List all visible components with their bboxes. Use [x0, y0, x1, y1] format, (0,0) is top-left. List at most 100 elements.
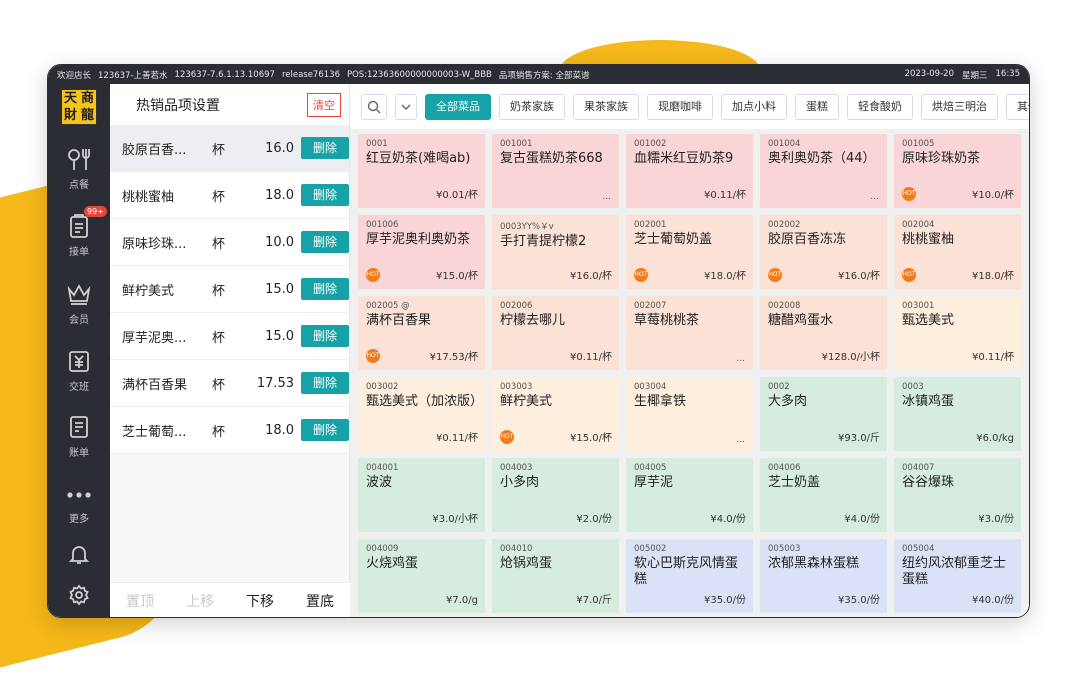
dish-card[interactable]: 002006 柠檬去哪儿 ¥0.11/杯 [492, 296, 619, 370]
category-tab[interactable]: 加点小料 [721, 93, 787, 120]
dish-card[interactable]: 0002 大多肉 ¥93.0/斤 [760, 377, 887, 451]
dish-name: 血糯米红豆奶茶9 [634, 151, 734, 166]
dish-name: 谷谷爆珠 [902, 475, 955, 490]
move-bottom-button[interactable]: 置底 [306, 591, 334, 611]
dish-card[interactable]: 003003 鲜柠美式 HOT ¥15.0/杯 [492, 377, 619, 451]
dish-card[interactable]: 005003 浓郁黑森林蛋糕 ¥35.0/份 [760, 539, 887, 613]
hot-item-row[interactable]: 鲜柠美式 杯 15.0 删除 [110, 266, 349, 313]
status-date: 2023-09-20 [904, 68, 954, 79]
nav-item-shift[interactable]: 交班 [48, 348, 110, 393]
status-welcome: 欢迎店长 [57, 70, 92, 81]
hot-item-row[interactable]: 厚芋泥奥... 杯 15.0 删除 [110, 313, 349, 360]
delete-button[interactable]: 删除 [301, 325, 349, 347]
dish-card[interactable]: 004009 火烧鸡蛋 ¥7.0/g [358, 539, 485, 613]
dish-price: ¥7.0/斤 [576, 595, 612, 606]
dish-code: 001001 [500, 139, 533, 149]
dish-code: 002008 [768, 301, 801, 311]
dish-card[interactable]: 005002 软心巴斯克风情蛋糕 ¥35.0/份 [626, 539, 753, 613]
dish-code: 001002 [634, 139, 667, 149]
dish-name: 鲜柠美式 [500, 394, 553, 409]
dish-card[interactable]: 002002 胶原百香冻冻 HOT ¥16.0/杯 [760, 215, 887, 289]
dish-card[interactable]: 003001 甄选美式 ¥0.11/杯 [894, 296, 1021, 370]
dish-code: 001004 [768, 139, 801, 149]
dish-card[interactable]: 004010 炝锅鸡蛋 ¥7.0/斤 [492, 539, 619, 613]
dish-grid: 0001 红豆奶茶(难喝ab) ¥0.01/杯 001001 复古蛋糕奶茶668... 0… [358, 134, 1021, 613]
dish-card[interactable]: 004007 谷谷爆珠 ¥3.0/份 [894, 458, 1021, 532]
category-tab[interactable]: 其他 [1006, 93, 1029, 120]
dish-card[interactable]: 002004 桃桃蜜柚 HOT ¥18.0/杯 [894, 215, 1021, 289]
dish-card[interactable]: 001001 复古蛋糕奶茶668... [492, 134, 619, 208]
hot-item-price: 17.53 [256, 375, 295, 391]
hot-item-unit: 杯 [211, 424, 225, 440]
category-tab[interactable]: 奶茶家族 [499, 93, 565, 120]
delete-button[interactable]: 删除 [301, 137, 349, 159]
dish-card[interactable]: 002005 @ 满杯百香果 HOT ¥17.53/杯 [358, 296, 485, 370]
dish-card[interactable]: 004003 小多肉 ¥2.0/份 [492, 458, 619, 532]
delete-button[interactable]: 删除 [301, 419, 349, 441]
dish-card[interactable]: 002007 草莓桃桃茶... [626, 296, 753, 370]
dish-name: 甄选美式 [902, 313, 955, 328]
delete-button[interactable]: 删除 [301, 231, 349, 253]
dish-name: 厚芋泥 [634, 475, 674, 490]
category-tab[interactable]: 果茶家族 [573, 93, 639, 120]
order-count-badge: 99+ [84, 206, 107, 217]
dish-card[interactable]: 005004 纽约风浓郁重芝士蛋糕 ¥40.0/份 [894, 539, 1021, 613]
category-tab[interactable]: 蛋糕 [795, 93, 839, 120]
dish-card[interactable]: 003004 生椰拿铁... [626, 377, 753, 451]
status-release: release76136 [281, 69, 340, 80]
move-top-button[interactable]: 置顶 [126, 591, 154, 611]
dish-card[interactable]: 003002 甄选美式（加浓版） ¥0.11/杯 [358, 377, 485, 451]
search-button[interactable] [361, 93, 387, 120]
dish-name: 炝锅鸡蛋 [500, 556, 553, 571]
dish-card[interactable]: 001006 厚芋泥奥利奥奶茶 HOT ¥15.0/杯 [358, 215, 485, 289]
dish-card[interactable]: 004006 芝士奶盖 ¥4.0/份 [760, 458, 887, 532]
dish-code: 002005 @ [366, 301, 410, 311]
hot-item-row[interactable]: 芝士葡萄... 杯 18.0 删除 [110, 407, 349, 454]
dish-card[interactable]: 001005 原味珍珠奶茶 HOT ¥10.0/杯 [894, 134, 1021, 208]
dish-card[interactable]: 004005 厚芋泥 ¥4.0/份 [626, 458, 753, 532]
nav-item-order[interactable]: 点餐 [48, 146, 110, 191]
dish-price: ¥17.53/杯 [429, 352, 478, 363]
category-tab[interactable]: 烘焙三明治 [921, 93, 998, 120]
clear-button[interactable]: 清空 [307, 92, 341, 117]
hot-items-panel: 热销品项设置 清空 胶原百香... 杯 16.0 删除 桃桃蜜柚杯 18.0 删除 原味珍珠.… [110, 84, 350, 617]
dish-card[interactable]: 0003 冰镇鸡蛋 ¥6.0/kg [894, 377, 1021, 451]
nav-label-receive: 接单 [69, 247, 89, 258]
delete-button[interactable]: 删除 [301, 372, 349, 394]
settings-button[interactable] [48, 584, 110, 610]
delete-button[interactable]: 删除 [301, 278, 349, 300]
nav-label-order: 点餐 [69, 180, 89, 191]
category-bar: 全部菜品奶茶家族果茶家族现磨咖啡加点小料蛋糕轻食酸奶烘焙三明治其他 [350, 84, 1029, 129]
move-up-button[interactable]: 上移 [186, 591, 214, 611]
nav-item-more[interactable]: 更多 [48, 484, 110, 525]
category-tab[interactable]: 全部菜品 [425, 93, 491, 120]
dish-card[interactable]: 0003YY%￥v 手打青提柠檬2 ¥16.0/杯 [492, 215, 619, 289]
category-tab[interactable]: 现磨咖啡 [647, 93, 713, 120]
dish-card[interactable]: 004001 波波 ¥3.0/小杯 [358, 458, 485, 532]
dish-name: 生椰拿铁 [634, 394, 687, 409]
hot-item-row[interactable]: 胶原百香... 杯 16.0 删除 [110, 125, 349, 172]
dish-card[interactable]: 001004 奥利奥奶茶（44）... [760, 134, 887, 208]
nav-item-receive[interactable]: 99+ 接单 [48, 206, 110, 258]
nav-item-member[interactable]: 会员 [48, 281, 110, 326]
dish-name: 满杯百香果 [366, 313, 432, 328]
hot-item-row[interactable]: 桃桃蜜柚 杯 18.0 删除 [110, 172, 349, 219]
move-down-button[interactable]: 下移 [246, 591, 274, 611]
hot-item-row[interactable]: 满杯百香果 杯 17.53 删除 [110, 360, 349, 407]
nav-item-bill[interactable]: 账单 [48, 414, 110, 459]
dish-card[interactable]: 002001 芝士葡萄奶盖 HOT ¥18.0/杯 [626, 215, 753, 289]
hot-item-price: 10.0 [265, 234, 295, 250]
dish-card[interactable]: 002008 糖醋鸡蛋水 ¥128.0/小杯 [760, 296, 887, 370]
category-tab[interactable]: 轻食酸奶 [847, 93, 913, 120]
dish-code: 004009 [366, 544, 399, 554]
dish-card[interactable]: 0001 红豆奶茶(难喝ab) ¥0.01/杯 [358, 134, 485, 208]
notification-button[interactable] [48, 542, 110, 570]
category-dropdown-button[interactable] [395, 93, 417, 120]
hot-badge-icon: HOT [768, 268, 782, 282]
dish-code: 002001 [634, 220, 667, 230]
dish-name: 柠檬去哪儿 [500, 313, 566, 328]
hot-item-price: 18.0 [265, 187, 295, 203]
dish-card[interactable]: 001002 血糯米红豆奶茶9 ¥0.11/杯 [626, 134, 753, 208]
hot-item-row[interactable]: 原味珍珠... 杯 10.0 删除 [110, 219, 349, 266]
delete-button[interactable]: 删除 [301, 184, 349, 206]
